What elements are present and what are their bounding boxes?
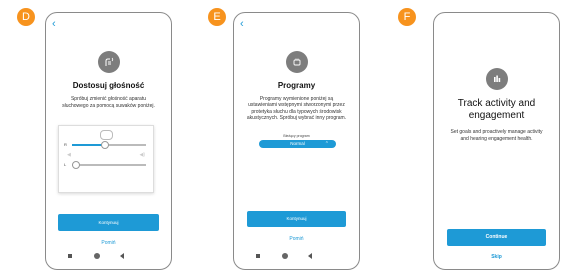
page-title: Track activity and engagement: [457, 98, 536, 121]
activity-chart-icon: [485, 68, 508, 90]
phone-screen-programs: ‹ Programy Programy wymienione poniżej s…: [233, 12, 360, 270]
skip-link[interactable]: Pomiń: [234, 236, 359, 242]
page-description: Spróbuj zmienić głośność aparatu słuchow…: [62, 96, 155, 109]
left-volume-slider[interactable]: [71, 160, 146, 169]
back-nav-icon[interactable]: [308, 253, 312, 259]
chevron-up-icon: ⌃: [324, 141, 329, 147]
volume-panel: R ◀ ◀) L: [58, 125, 154, 193]
program-icon: [285, 51, 308, 73]
phone-screen-volume: ‹ Dostosuj głośność Spróbuj zmienić głoś…: [45, 12, 172, 270]
page-description: Set goals and proactively manage activit…: [450, 129, 543, 142]
page-description: Programy wymienione poniżej są ustawieni…: [246, 96, 347, 121]
recents-icon[interactable]: [68, 254, 72, 258]
home-icon[interactable]: [282, 253, 288, 259]
android-nav-bar: [234, 253, 359, 261]
right-slider-thumb[interactable]: [101, 140, 110, 149]
hearing-aid-icon: [100, 130, 113, 140]
continue-button[interactable]: Kontynuuj: [247, 211, 346, 227]
skip-link[interactable]: Skip: [434, 254, 559, 260]
right-slider-label: R: [64, 142, 67, 147]
speaker-quiet-icon: ◀: [67, 152, 71, 158]
current-program-label: Bieżący program: [283, 134, 310, 138]
phone-screen-activity: Track activity and engagement Set goals …: [433, 12, 560, 270]
home-icon[interactable]: [94, 253, 100, 259]
recents-icon[interactable]: [256, 254, 260, 258]
step-badge-e: E: [208, 8, 226, 26]
continue-button[interactable]: Continue: [447, 229, 546, 246]
page-title: Dostosuj głośność: [72, 81, 145, 90]
back-nav-icon[interactable]: [120, 253, 124, 259]
continue-button[interactable]: Kontynuuj: [58, 214, 159, 231]
program-selector[interactable]: Normal ⌃: [259, 140, 336, 148]
speaker-loud-icon: ◀): [139, 152, 145, 158]
step-badge-f: F: [398, 8, 416, 26]
left-slider-thumb[interactable]: [71, 160, 80, 169]
right-slider-fill: [72, 144, 106, 146]
back-icon[interactable]: ‹: [240, 19, 244, 30]
left-slider-label: L: [64, 162, 67, 167]
android-nav-bar: [46, 253, 171, 261]
page-title: Programy: [277, 81, 316, 90]
skip-link[interactable]: Pomiń: [46, 240, 171, 246]
step-badge-d: D: [17, 8, 35, 26]
right-volume-slider[interactable]: [72, 140, 146, 149]
back-icon[interactable]: ‹: [52, 19, 56, 30]
hand-sound-icon: [97, 51, 120, 73]
